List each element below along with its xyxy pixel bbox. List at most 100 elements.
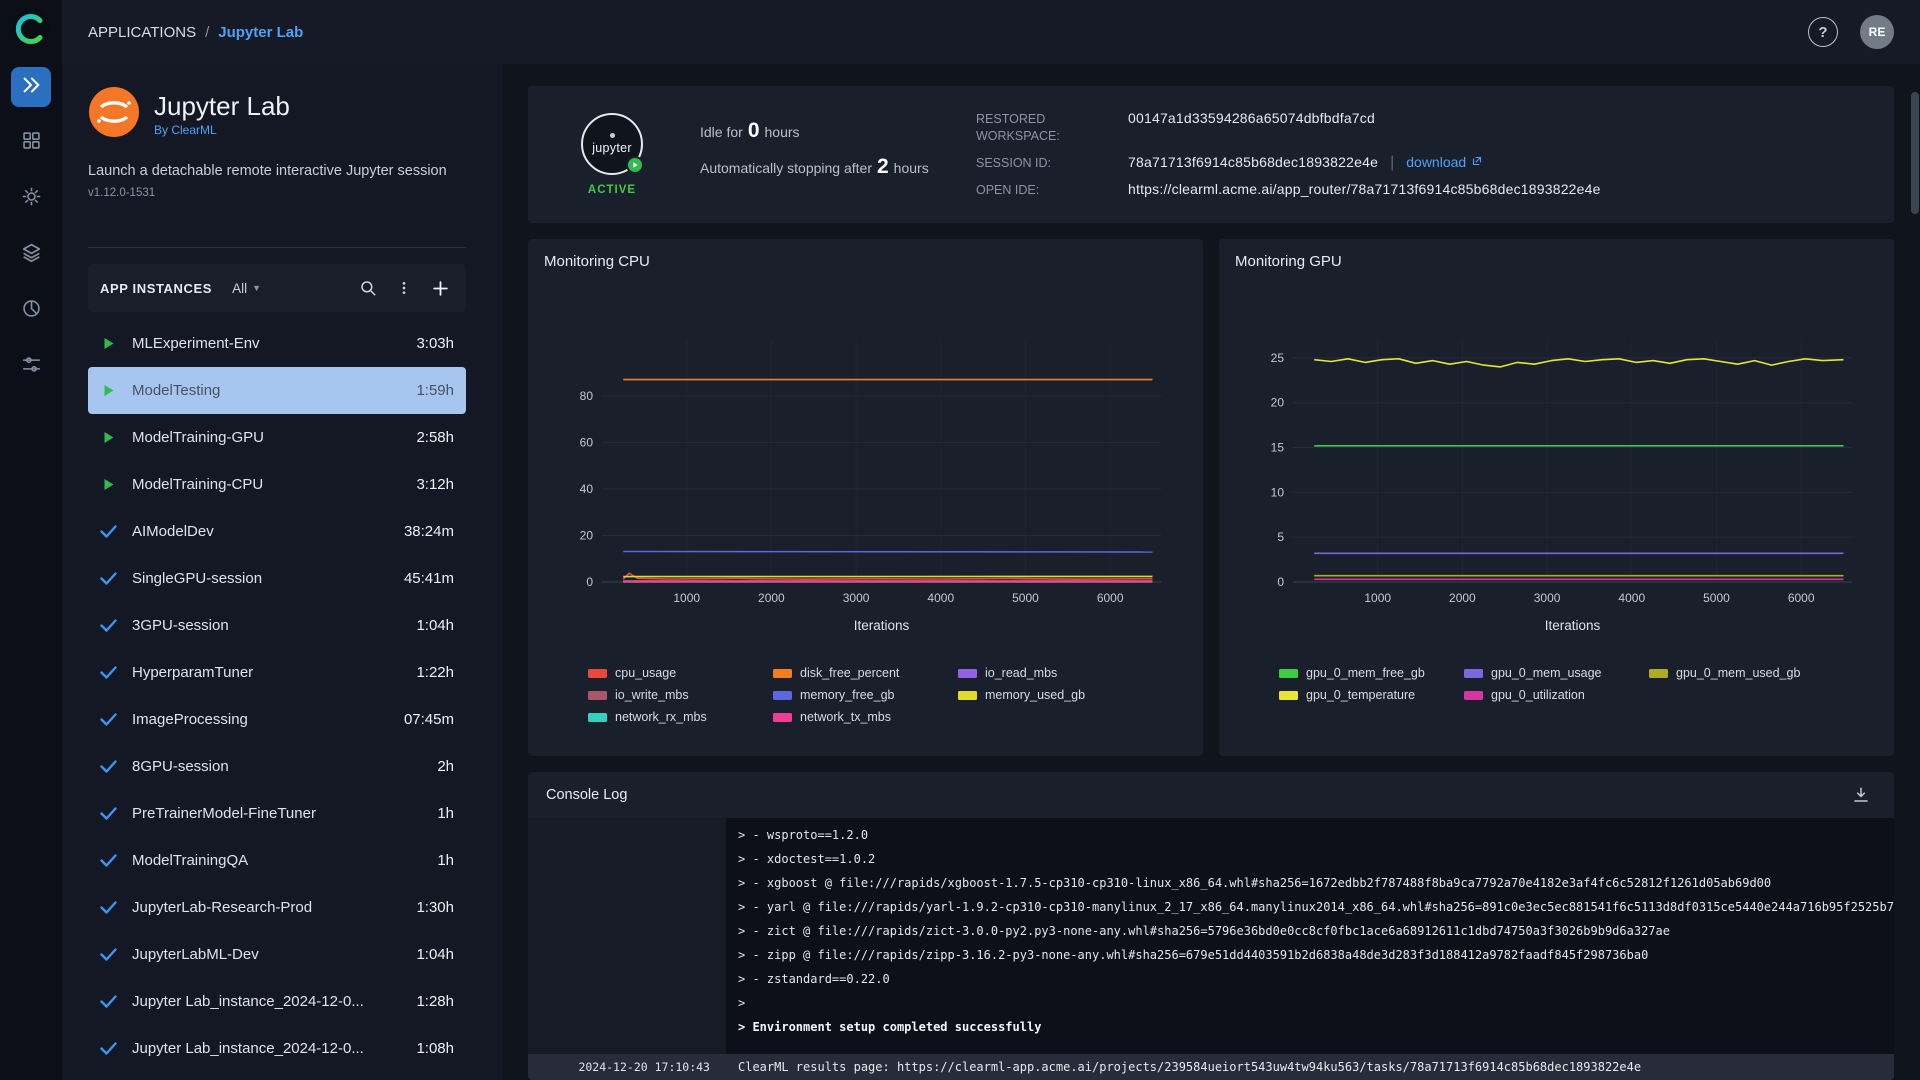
legend-swatch xyxy=(773,712,792,722)
clearml-logo[interactable] xyxy=(9,7,53,51)
list-item[interactable]: Jupyter Lab_instance_2024-12-0... 1:28h xyxy=(88,978,466,1025)
search-icon[interactable] xyxy=(354,274,382,302)
breadcrumb-applications[interactable]: APPLICATIONS xyxy=(88,24,196,41)
running-badge-icon xyxy=(626,156,644,174)
legend-item[interactable]: network_tx_mbs xyxy=(773,710,958,724)
legend-item[interactable]: memory_free_gb xyxy=(773,688,958,702)
top-bar: APPLICATIONS / Jupyter Lab ? RE xyxy=(62,0,1920,64)
session-id-row: SESSION ID: 78a71713f6914c85b68dec189382… xyxy=(976,154,1601,172)
svg-text:20: 20 xyxy=(580,528,594,542)
rail-item-applications[interactable] xyxy=(11,67,51,107)
legend-item[interactable]: gpu_0_temperature xyxy=(1279,688,1464,702)
list-item[interactable]: ModelTraining-GPU 2:58h xyxy=(88,414,466,461)
cpu-chart-plot[interactable]: 1000 2000 3000 4000 5000 6000 0 20 40 60 80 Iterati… xyxy=(544,294,1187,662)
chart-legend: cpu_usage disk_free_percent io_read_mbs io_… xyxy=(588,666,1143,724)
list-item[interactable]: 3GPU-session 1:04h xyxy=(88,602,466,649)
svg-text:2000: 2000 xyxy=(1449,591,1476,605)
instance-name: JupyterLab-Research-Prod xyxy=(132,899,313,916)
svg-text:0: 0 xyxy=(1277,575,1284,589)
main-content: jupyter ACTIVE Idle for 0 hours Automatica… xyxy=(502,64,1920,1080)
list-item[interactable]: MLExperiment-Env 3:03h xyxy=(88,320,466,367)
list-item[interactable]: ModelTesting 1:59h xyxy=(88,367,466,414)
instance-name: PreTrainerModel-FineTuner xyxy=(132,805,316,822)
session-timers: Idle for 0 hours Automatically stopping af… xyxy=(700,119,942,191)
legend-item[interactable]: network_rx_mbs xyxy=(588,710,773,724)
instance-name: ModelTesting xyxy=(132,382,221,399)
play-icon xyxy=(100,430,117,445)
open-ide-url[interactable]: https://clearml.acme.ai/app_router/78a71… xyxy=(1128,181,1601,197)
add-instance-button[interactable] xyxy=(426,274,454,302)
instance-name: ModelTraining-GPU xyxy=(132,429,264,446)
svg-text:3000: 3000 xyxy=(843,591,870,605)
svg-text:80: 80 xyxy=(580,389,594,403)
byline-link[interactable]: By ClearML xyxy=(154,123,290,137)
legend-item[interactable]: gpu_0_mem_used_gb xyxy=(1649,666,1834,680)
idle-hours-value: 0 xyxy=(747,118,760,142)
download-log-icon[interactable] xyxy=(1846,780,1876,810)
instance-name: Jupyter Lab_instance_2024-12-0... xyxy=(132,993,364,1010)
console-header: Console Log xyxy=(528,772,1894,818)
instance-duration: 2:58h xyxy=(416,429,454,446)
check-icon xyxy=(100,995,117,1008)
instance-duration: 38:24m xyxy=(403,523,454,540)
list-item[interactable]: 8GPU-session 2h xyxy=(88,743,466,790)
list-item[interactable]: ModelTraining-CPU 3:12h xyxy=(88,461,466,508)
list-item[interactable]: ModelTrainingQA 1h xyxy=(88,837,466,884)
list-item[interactable]: SingleGPU-session 45:41m xyxy=(88,555,466,602)
legend-item[interactable]: gpu_0_utilization xyxy=(1464,688,1649,702)
instance-name: Jupyter Lab_instance_2024-12-0... xyxy=(132,1040,364,1057)
legend-label: disk_free_percent xyxy=(800,666,900,680)
rail-item-reports[interactable] xyxy=(11,291,51,331)
list-item[interactable]: JupyterLab-Research-Prod 1:30h xyxy=(88,884,466,931)
instance-duration: 3:03h xyxy=(416,335,454,352)
svg-text:0: 0 xyxy=(586,575,593,589)
list-item[interactable]: PreTrainerModel-FineTuner 1h xyxy=(88,790,466,837)
datasets-icon xyxy=(21,242,42,268)
console-lines: > - wsproto==1.2.0 > - xdoctest==1.0.2 > -… xyxy=(528,818,1894,1039)
check-icon xyxy=(100,666,117,679)
kebab-menu-icon[interactable] xyxy=(390,274,418,302)
divider xyxy=(88,247,466,248)
console-line: > - zict @ file:///rapids/zict-3.0.0-py2… xyxy=(738,924,1670,938)
console-log[interactable]: > - wsproto==1.2.0 > - xdoctest==1.0.2 > -… xyxy=(528,818,1894,1080)
list-item[interactable]: ImageProcessing 07:45m xyxy=(88,696,466,743)
legend-item[interactable]: cpu_usage xyxy=(588,666,773,680)
check-icon xyxy=(100,854,117,867)
check-icon xyxy=(100,807,117,820)
help-icon[interactable]: ? xyxy=(1808,17,1838,47)
rail-item-projects[interactable] xyxy=(11,123,51,163)
scrollbar-thumb[interactable] xyxy=(1911,92,1919,214)
list-item[interactable]: JupyterLabML-Dev 1:04h xyxy=(88,931,466,978)
instance-duration: 1h xyxy=(437,852,454,869)
download-link[interactable]: download xyxy=(1406,154,1483,170)
rail-item-models[interactable] xyxy=(11,179,51,219)
instances-filter-dropdown[interactable]: All ▼ xyxy=(232,281,261,296)
legend-item[interactable]: io_read_mbs xyxy=(958,666,1143,680)
gpu-chart-plot[interactable]: 1000 2000 3000 4000 5000 6000 0 5 10 15 20 25 Iterat… xyxy=(1235,294,1878,662)
autostop-status: Automatically stopping after 2 hours xyxy=(700,154,929,178)
list-item[interactable]: HyperparamTuner 1:22h xyxy=(88,649,466,696)
instance-name: MLExperiment-Env xyxy=(132,335,260,352)
restored-workspace-value: 00147a1d33594286a65074dbfbdfa7cd xyxy=(1128,110,1375,127)
legend-item[interactable]: io_write_mbs xyxy=(588,688,773,702)
legend-item[interactable]: memory_used_gb xyxy=(958,688,1143,702)
instance-name: ImageProcessing xyxy=(132,711,248,728)
list-item[interactable]: Jupyter Lab_instance_2024-12-0... 1:08h xyxy=(88,1025,466,1072)
jupyter-session-logo: jupyter xyxy=(581,113,644,175)
workers-icon xyxy=(21,354,42,380)
svg-text:10: 10 xyxy=(1271,485,1285,499)
legend-item[interactable]: gpu_0_mem_usage xyxy=(1464,666,1649,680)
legend-label: gpu_0_mem_free_gb xyxy=(1306,666,1425,680)
avatar[interactable]: RE xyxy=(1860,15,1894,49)
rail-item-datasets[interactable] xyxy=(11,235,51,275)
page-title: Jupyter Lab xyxy=(154,90,290,121)
instance-duration: 1:59h xyxy=(416,382,454,399)
instance-duration: 45:41m xyxy=(403,570,454,587)
rail-item-workers[interactable] xyxy=(11,347,51,387)
external-link-icon xyxy=(1471,154,1483,170)
legend-item[interactable]: disk_free_percent xyxy=(773,666,958,680)
legend-item[interactable]: gpu_0_mem_free_gb xyxy=(1279,666,1464,680)
projects-grid-icon xyxy=(21,130,42,156)
list-item[interactable]: AIModelDev 38:24m xyxy=(88,508,466,555)
console-line: > - xgboost @ file:///rapids/xgboost-1.7… xyxy=(738,876,1772,890)
